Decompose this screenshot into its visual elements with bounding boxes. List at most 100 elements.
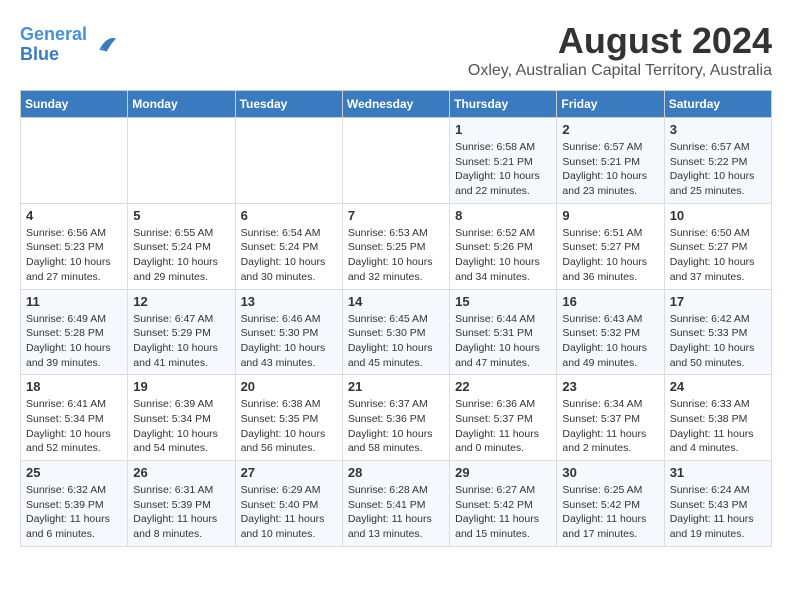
col-header-saturday: Saturday [664,91,771,118]
day-number: 12 [133,294,229,309]
day-info: Sunrise: 6:57 AMSunset: 5:22 PMDaylight:… [670,140,766,199]
col-header-friday: Friday [557,91,664,118]
calendar-cell: 24Sunrise: 6:33 AMSunset: 5:38 PMDayligh… [664,375,771,461]
day-number: 27 [241,465,337,480]
calendar-cell: 21 Sunrise: 6:37 AMSunset: 5:36 PMDayligh… [342,375,449,461]
calendar-cell: 8Sunrise: 6:52 AMSunset: 5:26 PMDaylight… [450,203,557,289]
day-number: 30 [562,465,658,480]
col-header-wednesday: Wednesday [342,91,449,118]
calendar-cell: 31 Sunrise: 6:24 AMSunset: 5:43 PMDayligh… [664,461,771,547]
day-number: 31 [670,465,766,480]
day-info: Sunrise: 6:36 AMSunset: 5:37 PMDaylight:… [455,397,551,456]
calendar-cell [342,118,449,204]
col-header-thursday: Thursday [450,91,557,118]
calendar-cell: 11Sunrise: 6:49 AMSunset: 5:28 PMDayligh… [21,289,128,375]
day-info: Sunrise: 6:41 AMSunset: 5:34 PMDaylight:… [26,397,122,456]
day-number: 5 [133,208,229,223]
day-info: Sunrise: 6:52 AMSunset: 5:26 PMDaylight:… [455,226,551,285]
day-number: 19 [133,379,229,394]
day-info: Sunrise: 6:45 AMSunset: 5:30 PMDaylight:… [348,312,444,371]
calendar-cell: 27Sunrise: 6:29 AMSunset: 5:40 PMDayligh… [235,461,342,547]
day-number: 28 [348,465,444,480]
day-number: 21 [348,379,444,394]
day-number: 3 [670,122,766,137]
day-info: Sunrise: 6:34 AMSunset: 5:37 PMDaylight:… [562,397,658,456]
calendar-cell: 4Sunrise: 6:56 AMSunset: 5:23 PMDaylight… [21,203,128,289]
calendar-cell: 14 Sunrise: 6:45 AMSunset: 5:30 PMDayligh… [342,289,449,375]
day-number: 17 [670,294,766,309]
day-info: Sunrise: 6:55 AMSunset: 5:24 PMDaylight:… [133,226,229,285]
calendar-cell: 23 Sunrise: 6:34 AMSunset: 5:37 PMDayligh… [557,375,664,461]
day-info: Sunrise: 6:32 AMSunset: 5:39 PMDaylight:… [26,483,122,542]
day-info: Sunrise: 6:25 AMSunset: 5:42 PMDaylight:… [562,483,658,542]
col-header-monday: Monday [128,91,235,118]
col-header-tuesday: Tuesday [235,91,342,118]
col-header-sunday: Sunday [21,91,128,118]
day-info: Sunrise: 6:24 AMSunset: 5:43 PMDaylight:… [670,483,766,542]
calendar-cell: 17Sunrise: 6:42 AMSunset: 5:33 PMDayligh… [664,289,771,375]
page-header: General Blue August 2024 Oxley, Australi… [20,20,772,80]
calendar-cell: 22 Sunrise: 6:36 AMSunset: 5:37 PMDayligh… [450,375,557,461]
day-info: Sunrise: 6:46 AMSunset: 5:30 PMDaylight:… [241,312,337,371]
calendar-cell: 12 Sunrise: 6:47 AMSunset: 5:29 PMDayligh… [128,289,235,375]
day-info: Sunrise: 6:51 AMSunset: 5:27 PMDaylight:… [562,226,658,285]
calendar-cell: 25 Sunrise: 6:32 AMSunset: 5:39 PMDayligh… [21,461,128,547]
day-info: Sunrise: 6:33 AMSunset: 5:38 PMDaylight:… [670,397,766,456]
day-number: 20 [241,379,337,394]
day-info: Sunrise: 6:31 AMSunset: 5:39 PMDaylight:… [133,483,229,542]
day-number: 15 [455,294,551,309]
calendar-cell: 10Sunrise: 6:50 AMSunset: 5:27 PMDayligh… [664,203,771,289]
calendar-cell: 28 Sunrise: 6:28 AMSunset: 5:41 PMDayligh… [342,461,449,547]
day-info: Sunrise: 6:54 AMSunset: 5:24 PMDaylight:… [241,226,337,285]
day-number: 14 [348,294,444,309]
day-number: 29 [455,465,551,480]
calendar-cell: 30 Sunrise: 6:25 AMSunset: 5:42 PMDayligh… [557,461,664,547]
calendar-cell: 19Sunrise: 6:39 AMSunset: 5:34 PMDayligh… [128,375,235,461]
day-number: 23 [562,379,658,394]
page-title: August 2024 [468,20,772,62]
day-info: Sunrise: 6:44 AMSunset: 5:31 PMDaylight:… [455,312,551,371]
calendar-cell: 13 Sunrise: 6:46 AMSunset: 5:30 PMDayligh… [235,289,342,375]
calendar-header-row: SundayMondayTuesdayWednesdayThursdayFrid… [21,91,772,118]
calendar-cell: 9 Sunrise: 6:51 AMSunset: 5:27 PMDaylight… [557,203,664,289]
logo: General Blue [20,25,118,65]
day-info: Sunrise: 6:43 AMSunset: 5:32 PMDaylight:… [562,312,658,371]
day-number: 11 [26,294,122,309]
day-info: Sunrise: 6:37 AMSunset: 5:36 PMDaylight:… [348,397,444,456]
day-info: Sunrise: 6:28 AMSunset: 5:41 PMDaylight:… [348,483,444,542]
logo-bird-icon [90,31,118,59]
calendar-cell: 20 Sunrise: 6:38 AMSunset: 5:35 PMDayligh… [235,375,342,461]
calendar-cell: 29Sunrise: 6:27 AMSunset: 5:42 PMDayligh… [450,461,557,547]
day-number: 7 [348,208,444,223]
day-info: Sunrise: 6:47 AMSunset: 5:29 PMDaylight:… [133,312,229,371]
day-number: 4 [26,208,122,223]
calendar-week-5: 25 Sunrise: 6:32 AMSunset: 5:39 PMDayligh… [21,461,772,547]
calendar-week-1: 1Sunrise: 6:58 AMSunset: 5:21 PMDaylight… [21,118,772,204]
day-info: Sunrise: 6:38 AMSunset: 5:35 PMDaylight:… [241,397,337,456]
calendar-cell: 2Sunrise: 6:57 AMSunset: 5:21 PMDaylight… [557,118,664,204]
calendar-cell [128,118,235,204]
calendar-table: SundayMondayTuesdayWednesdayThursdayFrid… [20,90,772,547]
calendar-cell [235,118,342,204]
day-number: 25 [26,465,122,480]
day-number: 6 [241,208,337,223]
calendar-cell: 3 Sunrise: 6:57 AMSunset: 5:22 PMDaylight… [664,118,771,204]
calendar-week-3: 11Sunrise: 6:49 AMSunset: 5:28 PMDayligh… [21,289,772,375]
calendar-week-4: 18 Sunrise: 6:41 AMSunset: 5:34 PMDayligh… [21,375,772,461]
day-number: 9 [562,208,658,223]
day-number: 18 [26,379,122,394]
logo-line2: Blue [20,44,59,64]
day-number: 13 [241,294,337,309]
day-info: Sunrise: 6:50 AMSunset: 5:27 PMDaylight:… [670,226,766,285]
calendar-cell: 16 Sunrise: 6:43 AMSunset: 5:32 PMDayligh… [557,289,664,375]
calendar-cell: 18 Sunrise: 6:41 AMSunset: 5:34 PMDayligh… [21,375,128,461]
day-info: Sunrise: 6:53 AMSunset: 5:25 PMDaylight:… [348,226,444,285]
calendar-cell: 1Sunrise: 6:58 AMSunset: 5:21 PMDaylight… [450,118,557,204]
day-number: 16 [562,294,658,309]
calendar-cell: 15 Sunrise: 6:44 AMSunset: 5:31 PMDayligh… [450,289,557,375]
day-number: 22 [455,379,551,394]
logo-line1: General [20,24,87,44]
calendar-cell: 5 Sunrise: 6:55 AMSunset: 5:24 PMDaylight… [128,203,235,289]
day-number: 26 [133,465,229,480]
day-number: 2 [562,122,658,137]
